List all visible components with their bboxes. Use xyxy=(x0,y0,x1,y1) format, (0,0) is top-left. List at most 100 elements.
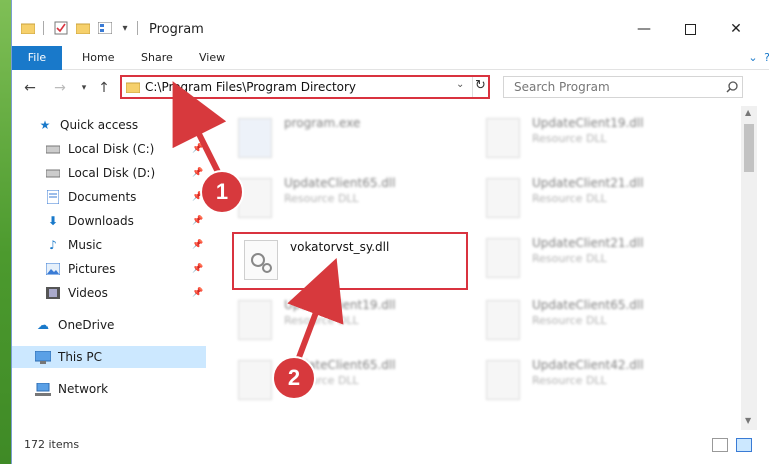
file-name: UpdateClient21.dll xyxy=(532,176,644,190)
exe-file-icon xyxy=(238,118,272,158)
file-item[interactable]: UpdateClient19.dll Resource DLL xyxy=(476,110,706,166)
pin-icon[interactable]: 📌 xyxy=(192,288,203,298)
videos-icon xyxy=(44,285,62,301)
large-icons-view-icon[interactable] xyxy=(736,438,752,452)
file-item[interactable]: UpdateClient19.dll Resource DLL xyxy=(228,292,458,348)
file-item[interactable]: UpdateClient42.dll Resource DLL xyxy=(476,352,706,408)
nav-this-pc[interactable]: This PC xyxy=(12,346,206,368)
arrow-up-icon: ↑ xyxy=(98,80,110,96)
file-item[interactable]: UpdateClient21.dll Resource DLL xyxy=(476,170,706,226)
arrow-right-icon: → xyxy=(54,80,66,96)
nav-local-disk-d[interactable]: Local Disk (D:) 📌 xyxy=(12,162,206,184)
window-title: Program xyxy=(149,22,204,37)
address-path: C:\Program Files\Program Directory xyxy=(145,80,357,94)
tab-file[interactable]: File xyxy=(12,46,62,70)
documents-icon xyxy=(44,189,62,205)
search-icon xyxy=(726,81,738,93)
file-item[interactable]: program.exe xyxy=(228,110,458,166)
divider xyxy=(472,77,473,97)
file-type: Resource DLL xyxy=(532,374,607,387)
nav-videos[interactable]: Videos 📌 xyxy=(12,282,206,304)
nav-pictures[interactable]: Pictures 📌 xyxy=(12,258,206,280)
nav-label: Pictures xyxy=(68,262,116,276)
file-item[interactable]: UpdateClient65.dll Resource DLL xyxy=(228,170,458,226)
tab-share[interactable]: Share xyxy=(141,46,173,70)
address-bar[interactable]: C:\Program Files\Program Directory ⌄ ↻ xyxy=(120,75,490,99)
divider xyxy=(136,18,138,38)
cloud-icon: ☁ xyxy=(37,318,49,332)
pictures-icon xyxy=(44,261,62,277)
music-note-icon: ♪ xyxy=(49,238,57,252)
up-button[interactable]: ↑ xyxy=(94,78,114,98)
pin-icon[interactable]: 📌 xyxy=(192,168,203,178)
maximize-icon xyxy=(684,23,696,35)
download-arrow-icon: ⬇ xyxy=(47,214,59,228)
dll-file-icon xyxy=(486,360,520,400)
file-item[interactable]: UpdateClient65.dll Resource DLL xyxy=(228,352,458,408)
pin-icon[interactable]: 📌 xyxy=(192,264,203,274)
file-name: UpdateClient21.dll xyxy=(532,236,644,250)
help-icon[interactable]: ? xyxy=(761,46,769,70)
folder-icon xyxy=(20,18,36,38)
pin-icon[interactable]: 📌 xyxy=(192,216,203,226)
divider xyxy=(42,18,44,38)
file-type: Resource DLL xyxy=(284,192,359,205)
step-badge-1: 1 xyxy=(200,170,244,214)
close-button[interactable]: ✕ xyxy=(714,14,758,44)
recent-locations-button[interactable]: ▾ xyxy=(74,78,94,98)
dll-file-icon xyxy=(486,178,520,218)
highlight-box xyxy=(232,232,468,290)
nav-onedrive[interactable]: ☁ OneDrive xyxy=(12,314,206,336)
file-type: Resource DLL xyxy=(532,252,607,265)
refresh-icon[interactable]: ↻ xyxy=(475,78,486,93)
nav-network[interactable]: Network xyxy=(12,378,206,400)
nav-documents[interactable]: Documents 📌 xyxy=(12,186,206,208)
file-item[interactable]: UpdateClient21.dll Resource DLL xyxy=(476,230,706,286)
back-button[interactable]: ← xyxy=(20,78,40,98)
minimize-button[interactable]: — xyxy=(622,14,666,44)
pin-icon[interactable]: 📌 xyxy=(192,240,203,250)
tab-view[interactable]: View xyxy=(199,46,225,70)
navigation-pane: ★ Quick access Local Disk (C:) 📌 Local D… xyxy=(12,106,207,430)
nav-local-disk-c[interactable]: Local Disk (C:) 📌 xyxy=(12,138,206,160)
scroll-up-icon[interactable]: ▲ xyxy=(745,108,751,117)
drive-icon xyxy=(44,165,62,181)
details-view-icon[interactable] xyxy=(712,438,728,452)
nav-label: Local Disk (D:) xyxy=(68,166,156,180)
pin-icon[interactable]: 📌 xyxy=(192,144,203,154)
dll-file-icon xyxy=(486,238,520,278)
close-icon: ✕ xyxy=(730,21,742,37)
view-options-icon[interactable] xyxy=(96,18,114,38)
file-type: Resource DLL xyxy=(532,192,607,205)
forward-button[interactable]: → xyxy=(50,78,70,98)
file-name: program.exe xyxy=(284,116,361,130)
nav-label: Downloads xyxy=(68,214,134,228)
file-name: UpdateClient19.dll xyxy=(284,298,396,312)
properties-icon[interactable] xyxy=(52,18,70,38)
nav-music[interactable]: ♪ Music 📌 xyxy=(12,234,206,256)
nav-label: Local Disk (C:) xyxy=(68,142,155,156)
vertical-scrollbar[interactable]: ▲ ▼ xyxy=(741,106,757,430)
file-type: Resource DLL xyxy=(532,314,607,327)
file-name: UpdateClient65.dll xyxy=(532,298,644,312)
tab-home[interactable]: Home xyxy=(82,46,114,70)
scroll-thumb[interactable] xyxy=(744,124,754,172)
nav-quick-access[interactable]: ★ Quick access xyxy=(12,114,206,136)
customize-chevron-icon[interactable]: ▾ xyxy=(118,18,132,38)
step-badge-2: 2 xyxy=(272,356,316,400)
nav-downloads[interactable]: ⬇ Downloads 📌 xyxy=(12,210,206,232)
network-icon xyxy=(34,381,52,397)
search-input[interactable]: Search Program xyxy=(503,76,743,98)
scroll-down-icon[interactable]: ▼ xyxy=(745,416,751,425)
new-folder-icon[interactable] xyxy=(74,18,92,38)
file-item[interactable]: UpdateClient65.dll Resource DLL xyxy=(476,292,706,348)
file-name: UpdateClient19.dll xyxy=(532,116,644,130)
item-count: 172 items xyxy=(24,438,80,451)
address-dropdown-icon[interactable]: ⌄ xyxy=(456,79,464,90)
ribbon-expand-icon[interactable]: ⌄ xyxy=(745,46,761,70)
ribbon-tabs: File Home Share View ⌄ ? xyxy=(12,46,769,70)
maximize-button[interactable] xyxy=(668,14,712,44)
nav-label: Network xyxy=(58,382,109,396)
title-bar: ▾ Program — ✕ xyxy=(12,0,769,46)
search-placeholder: Search Program xyxy=(514,80,610,94)
